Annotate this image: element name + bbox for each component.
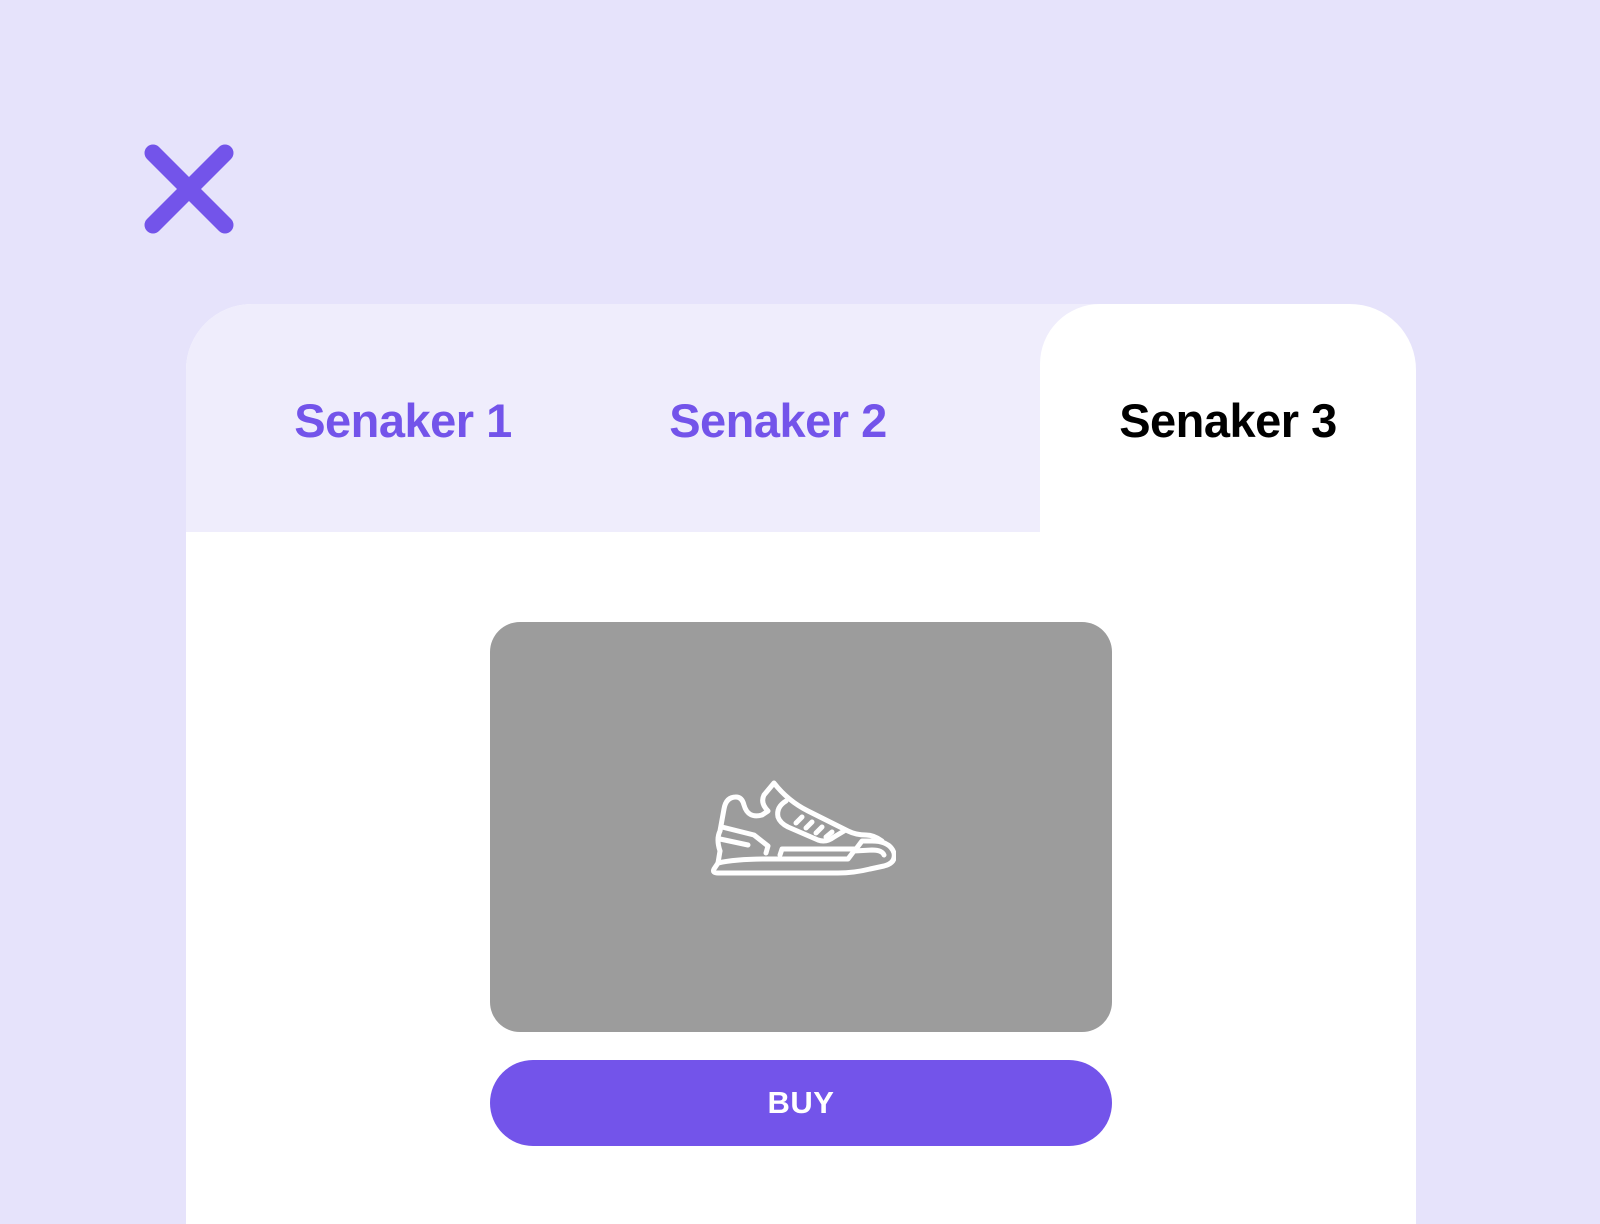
tab-senaker-2[interactable]: Senaker 2 [561, 304, 995, 532]
product-card: Senaker 1 Senaker 2 Senaker 3 BUY [186, 304, 1416, 1224]
buy-button[interactable]: BUY [490, 1060, 1112, 1146]
sneaker-icon [706, 775, 896, 879]
close-button[interactable] [141, 141, 237, 237]
close-icon [144, 144, 234, 234]
tab-senaker-3[interactable]: Senaker 3 [1040, 304, 1416, 532]
product-image [490, 622, 1112, 1032]
tab-senaker-1[interactable]: Senaker 1 [186, 304, 620, 532]
